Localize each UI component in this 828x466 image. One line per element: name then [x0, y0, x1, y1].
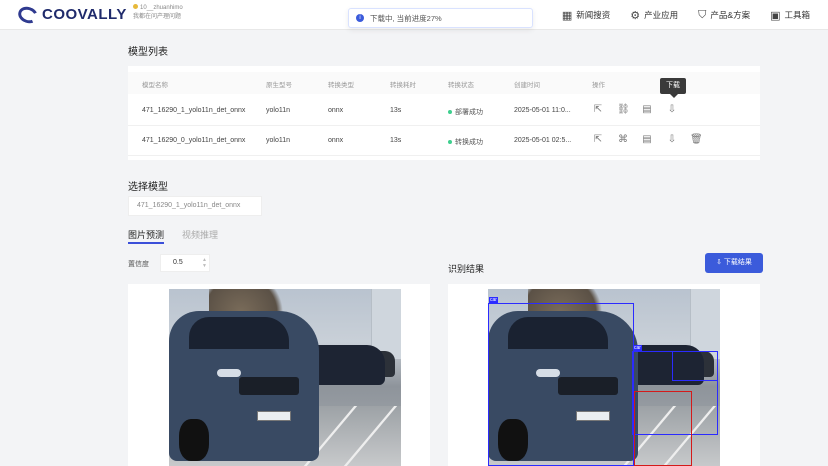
- open-icon[interactable]: ⇱: [592, 134, 604, 146]
- model-select[interactable]: 471_16290_1_yolo11n_det_onnx: [128, 196, 262, 216]
- nav-label: 产业应用: [644, 10, 679, 20]
- column-header: 创建时间: [514, 82, 540, 89]
- prediction-tabs: 图片预测 视频推理: [128, 228, 236, 244]
- nav-industry[interactable]: ⚙ 产业应用: [630, 9, 678, 22]
- tab-image-prediction[interactable]: 图片预测: [128, 228, 165, 244]
- detection-box: [488, 303, 634, 466]
- detection-label: car: [489, 297, 498, 303]
- convert-time: 13s: [390, 137, 402, 144]
- download-tooltip: 下载: [660, 78, 686, 98]
- model-type: yolo11n: [266, 137, 291, 144]
- detection-label: car: [633, 345, 642, 351]
- nav-toolbox[interactable]: ▣ 工具箱: [770, 9, 810, 22]
- model-name: 471_16290_1_yolo11n_det_onnx: [142, 107, 246, 114]
- convert-type: onnx: [328, 137, 344, 144]
- nav-news[interactable]: ▦ 新闻搜资: [562, 9, 610, 22]
- select-model-title: 选择模型: [128, 182, 168, 193]
- column-header: 转换类型: [328, 82, 354, 89]
- confidence-stepper[interactable]: 0.5 ▲ ▼: [160, 254, 210, 272]
- model-name: 471_16290_0_yolo11n_det_onnx: [142, 137, 246, 144]
- column-header: 转换状态: [448, 82, 474, 89]
- user-badge-icon: [133, 4, 138, 9]
- logo[interactable]: COOVALLY: [15, 3, 127, 26]
- user-subtitle: 我都在问产理问题: [133, 14, 182, 20]
- nav-label: 新闻搜资: [576, 10, 611, 20]
- download-result-button[interactable]: ⇩ 下载结果: [705, 253, 763, 273]
- status-dot-icon: [448, 140, 452, 145]
- status-dot-icon: [448, 110, 452, 115]
- delete-icon[interactable]: 🗑: [690, 134, 703, 146]
- column-header: 模型名称: [142, 82, 168, 89]
- status-text: 转换成功: [455, 139, 483, 146]
- input-image[interactable]: [169, 289, 401, 466]
- download-icon[interactable]: ⇩: [666, 134, 678, 146]
- confidence-label: 置信度: [128, 261, 149, 268]
- download-icon[interactable]: ⇩: [666, 104, 678, 116]
- info-icon: i: [356, 14, 364, 22]
- model-type: yolo11n: [266, 107, 291, 114]
- status-text: 部署成功: [455, 109, 483, 116]
- toolbox-icon: ▣: [770, 9, 781, 22]
- shield-icon: ⛉: [698, 8, 707, 21]
- tab-video-inference[interactable]: 视频推理: [182, 228, 218, 244]
- logo-icon: [15, 3, 41, 26]
- nav-products[interactable]: ⛉ 产品&方案: [698, 9, 750, 22]
- created-time: 2025-05-01 02:5...: [514, 137, 572, 144]
- document-icon[interactable]: ▤: [641, 134, 653, 146]
- logo-text: COOVALLY: [42, 6, 127, 23]
- detection-box: [672, 351, 718, 381]
- news-icon: ▦: [561, 9, 573, 22]
- industry-icon: ⚙: [630, 9, 641, 22]
- stepper-arrows-icon[interactable]: ▲ ▼: [202, 257, 207, 269]
- convert-type: onnx: [328, 107, 344, 114]
- top-nav: ▦ 新闻搜资 ⚙ 产业应用 ⛉ 产品&方案 ▣ 工具箱: [542, 0, 810, 30]
- user-name: 10__zhuanhimo: [140, 5, 183, 11]
- nav-label: 产品&方案: [710, 10, 751, 20]
- convert-time: 13s: [390, 107, 402, 114]
- created-time: 2025-05-01 11:0...: [514, 107, 571, 114]
- result-title: 识别结果: [448, 264, 485, 274]
- column-header: 转换耗时: [390, 82, 416, 89]
- user-info[interactable]: 10__zhuanhimo 我都在问产理问题: [133, 4, 183, 22]
- download-progress-toast: i 下载中, 当前进度27%: [348, 8, 533, 28]
- open-icon[interactable]: ⇱: [592, 104, 604, 116]
- toast-text: 下载中, 当前进度27%: [370, 13, 442, 23]
- link-icon[interactable]: ⛓: [617, 104, 630, 116]
- column-header: 原生型号: [266, 82, 292, 89]
- table-row[interactable]: 471_16290_1_yolo11n_det_onnx yolo11n onn…: [128, 96, 760, 126]
- confidence-value: 0.5: [173, 259, 183, 266]
- detection-box: [634, 391, 692, 466]
- table-row[interactable]: 471_16290_0_yolo11n_det_onnx yolo11n onn…: [128, 126, 760, 156]
- document-icon[interactable]: ▤: [641, 104, 653, 116]
- nav-label: 工具箱: [784, 10, 810, 20]
- model-list-title: 模型列表: [128, 47, 168, 58]
- status-badge: 转换成功: [448, 137, 483, 147]
- column-header: 操作: [592, 82, 605, 89]
- result-image[interactable]: car car: [488, 289, 720, 466]
- status-badge: 部署成功: [448, 107, 483, 117]
- deploy-icon[interactable]: ⌘: [617, 134, 629, 146]
